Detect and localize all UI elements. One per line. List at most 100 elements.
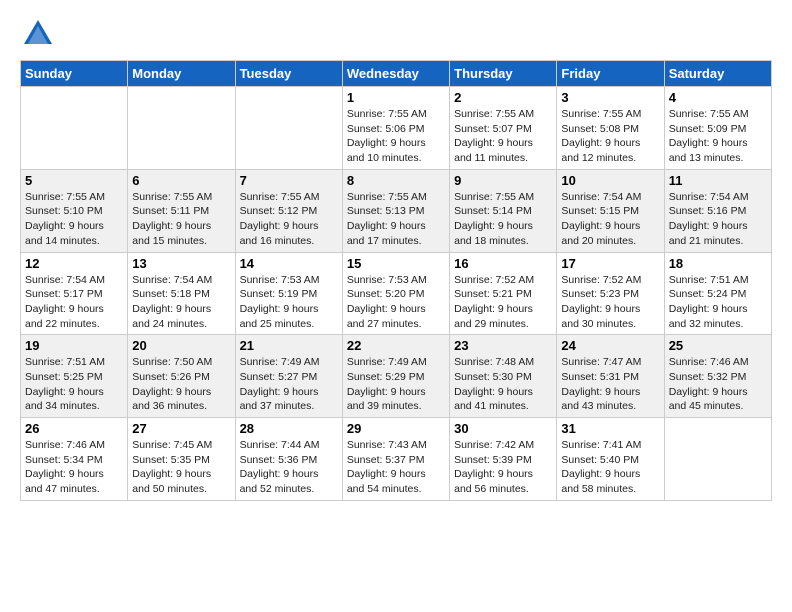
day-number: 5 xyxy=(25,173,123,188)
weekday-header: Tuesday xyxy=(235,61,342,87)
calendar-cell: 28 Sunrise: 7:44 AM Sunset: 5:36 PM Dayli… xyxy=(235,418,342,501)
day-info: Sunrise: 7:54 AM Sunset: 5:18 PM Dayligh… xyxy=(132,273,230,332)
calendar-cell xyxy=(21,87,128,170)
calendar-week-row: 19 Sunrise: 7:51 AM Sunset: 5:25 PM Dayli… xyxy=(21,335,772,418)
day-info: Sunrise: 7:49 AM Sunset: 5:27 PM Dayligh… xyxy=(240,355,338,414)
calendar-cell: 17 Sunrise: 7:52 AM Sunset: 5:23 PM Dayli… xyxy=(557,252,664,335)
calendar-cell: 12Sunrise: 7:54 AM Sunset: 5:17 PM Dayli… xyxy=(21,252,128,335)
calendar-cell: 22 Sunrise: 7:49 AM Sunset: 5:29 PM Dayli… xyxy=(342,335,449,418)
calendar-cell: 14Sunrise: 7:53 AM Sunset: 5:19 PM Dayli… xyxy=(235,252,342,335)
day-number: 25 xyxy=(669,338,767,353)
logo xyxy=(20,16,62,52)
calendar-cell: 23 Sunrise: 7:48 AM Sunset: 5:30 PM Dayli… xyxy=(450,335,557,418)
day-info: Sunrise: 7:47 AM Sunset: 5:31 PM Dayligh… xyxy=(561,355,659,414)
day-info: Sunrise: 7:52 AM Sunset: 5:23 PM Dayligh… xyxy=(561,273,659,332)
calendar-cell: 9Sunrise: 7:55 AM Sunset: 5:14 PM Daylig… xyxy=(450,169,557,252)
day-number: 10 xyxy=(561,173,659,188)
calendar-cell: 7 Sunrise: 7:55 AM Sunset: 5:12 PM Daylig… xyxy=(235,169,342,252)
logo-icon xyxy=(20,16,56,52)
day-number: 29 xyxy=(347,421,445,436)
calendar-cell: 30Sunrise: 7:42 AM Sunset: 5:39 PM Dayli… xyxy=(450,418,557,501)
day-info: Sunrise: 7:43 AM Sunset: 5:37 PM Dayligh… xyxy=(347,438,445,497)
calendar-cell: 25 Sunrise: 7:46 AM Sunset: 5:32 PM Dayli… xyxy=(664,335,771,418)
day-number: 26 xyxy=(25,421,123,436)
weekday-header: Wednesday xyxy=(342,61,449,87)
calendar-table: SundayMondayTuesdayWednesdayThursdayFrid… xyxy=(20,60,772,501)
day-number: 15 xyxy=(347,256,445,271)
day-info: Sunrise: 7:52 AM Sunset: 5:21 PM Dayligh… xyxy=(454,273,552,332)
calendar-cell: 13Sunrise: 7:54 AM Sunset: 5:18 PM Dayli… xyxy=(128,252,235,335)
calendar-week-row: 26 Sunrise: 7:46 AM Sunset: 5:34 PM Dayli… xyxy=(21,418,772,501)
calendar-cell xyxy=(128,87,235,170)
calendar-cell: 31 Sunrise: 7:41 AM Sunset: 5:40 PM Dayli… xyxy=(557,418,664,501)
calendar-cell: 4 Sunrise: 7:55 AM Sunset: 5:09 PM Daylig… xyxy=(664,87,771,170)
day-number: 6 xyxy=(132,173,230,188)
day-number: 12 xyxy=(25,256,123,271)
day-info: Sunrise: 7:51 AM Sunset: 5:25 PM Dayligh… xyxy=(25,355,123,414)
calendar-week-row: 5 Sunrise: 7:55 AM Sunset: 5:10 PM Daylig… xyxy=(21,169,772,252)
calendar-cell: 15 Sunrise: 7:53 AM Sunset: 5:20 PM Dayli… xyxy=(342,252,449,335)
day-info: Sunrise: 7:53 AM Sunset: 5:19 PM Dayligh… xyxy=(240,273,338,332)
day-info: Sunrise: 7:55 AM Sunset: 5:07 PM Dayligh… xyxy=(454,107,552,166)
calendar-cell: 10 Sunrise: 7:54 AM Sunset: 5:15 PM Dayli… xyxy=(557,169,664,252)
weekday-header: Friday xyxy=(557,61,664,87)
day-number: 28 xyxy=(240,421,338,436)
day-number: 11 xyxy=(669,173,767,188)
day-info: Sunrise: 7:51 AM Sunset: 5:24 PM Dayligh… xyxy=(669,273,767,332)
header xyxy=(20,16,772,52)
day-info: Sunrise: 7:50 AM Sunset: 5:26 PM Dayligh… xyxy=(132,355,230,414)
day-number: 16 xyxy=(454,256,552,271)
weekday-header: Thursday xyxy=(450,61,557,87)
day-info: Sunrise: 7:55 AM Sunset: 5:11 PM Dayligh… xyxy=(132,190,230,249)
day-info: Sunrise: 7:55 AM Sunset: 5:09 PM Dayligh… xyxy=(669,107,767,166)
day-number: 23 xyxy=(454,338,552,353)
day-info: Sunrise: 7:41 AM Sunset: 5:40 PM Dayligh… xyxy=(561,438,659,497)
calendar-cell: 1 Sunrise: 7:55 AM Sunset: 5:06 PM Daylig… xyxy=(342,87,449,170)
day-info: Sunrise: 7:55 AM Sunset: 5:14 PM Dayligh… xyxy=(454,190,552,249)
day-number: 19 xyxy=(25,338,123,353)
day-info: Sunrise: 7:49 AM Sunset: 5:29 PM Dayligh… xyxy=(347,355,445,414)
day-number: 27 xyxy=(132,421,230,436)
calendar-cell: 19 Sunrise: 7:51 AM Sunset: 5:25 PM Dayli… xyxy=(21,335,128,418)
calendar-cell: 16 Sunrise: 7:52 AM Sunset: 5:21 PM Dayli… xyxy=(450,252,557,335)
day-info: Sunrise: 7:54 AM Sunset: 5:16 PM Dayligh… xyxy=(669,190,767,249)
day-info: Sunrise: 7:55 AM Sunset: 5:13 PM Dayligh… xyxy=(347,190,445,249)
day-number: 4 xyxy=(669,90,767,105)
calendar-cell xyxy=(664,418,771,501)
day-number: 18 xyxy=(669,256,767,271)
calendar-cell xyxy=(235,87,342,170)
weekday-header: Sunday xyxy=(21,61,128,87)
day-info: Sunrise: 7:46 AM Sunset: 5:32 PM Dayligh… xyxy=(669,355,767,414)
calendar-cell: 11 Sunrise: 7:54 AM Sunset: 5:16 PM Dayli… xyxy=(664,169,771,252)
calendar-week-row: 12Sunrise: 7:54 AM Sunset: 5:17 PM Dayli… xyxy=(21,252,772,335)
day-number: 3 xyxy=(561,90,659,105)
calendar-cell: 21 Sunrise: 7:49 AM Sunset: 5:27 PM Dayli… xyxy=(235,335,342,418)
day-number: 21 xyxy=(240,338,338,353)
calendar-cell: 24 Sunrise: 7:47 AM Sunset: 5:31 PM Dayli… xyxy=(557,335,664,418)
calendar-cell: 27 Sunrise: 7:45 AM Sunset: 5:35 PM Dayli… xyxy=(128,418,235,501)
day-number: 7 xyxy=(240,173,338,188)
day-number: 24 xyxy=(561,338,659,353)
day-number: 2 xyxy=(454,90,552,105)
day-info: Sunrise: 7:44 AM Sunset: 5:36 PM Dayligh… xyxy=(240,438,338,497)
calendar-cell: 6 Sunrise: 7:55 AM Sunset: 5:11 PM Daylig… xyxy=(128,169,235,252)
day-info: Sunrise: 7:55 AM Sunset: 5:08 PM Dayligh… xyxy=(561,107,659,166)
calendar-cell: 5 Sunrise: 7:55 AM Sunset: 5:10 PM Daylig… xyxy=(21,169,128,252)
day-number: 22 xyxy=(347,338,445,353)
day-info: Sunrise: 7:55 AM Sunset: 5:10 PM Dayligh… xyxy=(25,190,123,249)
day-number: 8 xyxy=(347,173,445,188)
day-number: 17 xyxy=(561,256,659,271)
calendar-container: SundayMondayTuesdayWednesdayThursdayFrid… xyxy=(0,0,792,521)
day-info: Sunrise: 7:54 AM Sunset: 5:15 PM Dayligh… xyxy=(561,190,659,249)
day-info: Sunrise: 7:45 AM Sunset: 5:35 PM Dayligh… xyxy=(132,438,230,497)
day-info: Sunrise: 7:42 AM Sunset: 5:39 PM Dayligh… xyxy=(454,438,552,497)
day-number: 1 xyxy=(347,90,445,105)
calendar-cell: 8 Sunrise: 7:55 AM Sunset: 5:13 PM Daylig… xyxy=(342,169,449,252)
day-info: Sunrise: 7:53 AM Sunset: 5:20 PM Dayligh… xyxy=(347,273,445,332)
day-info: Sunrise: 7:46 AM Sunset: 5:34 PM Dayligh… xyxy=(25,438,123,497)
day-info: Sunrise: 7:48 AM Sunset: 5:30 PM Dayligh… xyxy=(454,355,552,414)
day-info: Sunrise: 7:55 AM Sunset: 5:12 PM Dayligh… xyxy=(240,190,338,249)
day-info: Sunrise: 7:55 AM Sunset: 5:06 PM Dayligh… xyxy=(347,107,445,166)
calendar-cell: 18 Sunrise: 7:51 AM Sunset: 5:24 PM Dayli… xyxy=(664,252,771,335)
day-number: 31 xyxy=(561,421,659,436)
